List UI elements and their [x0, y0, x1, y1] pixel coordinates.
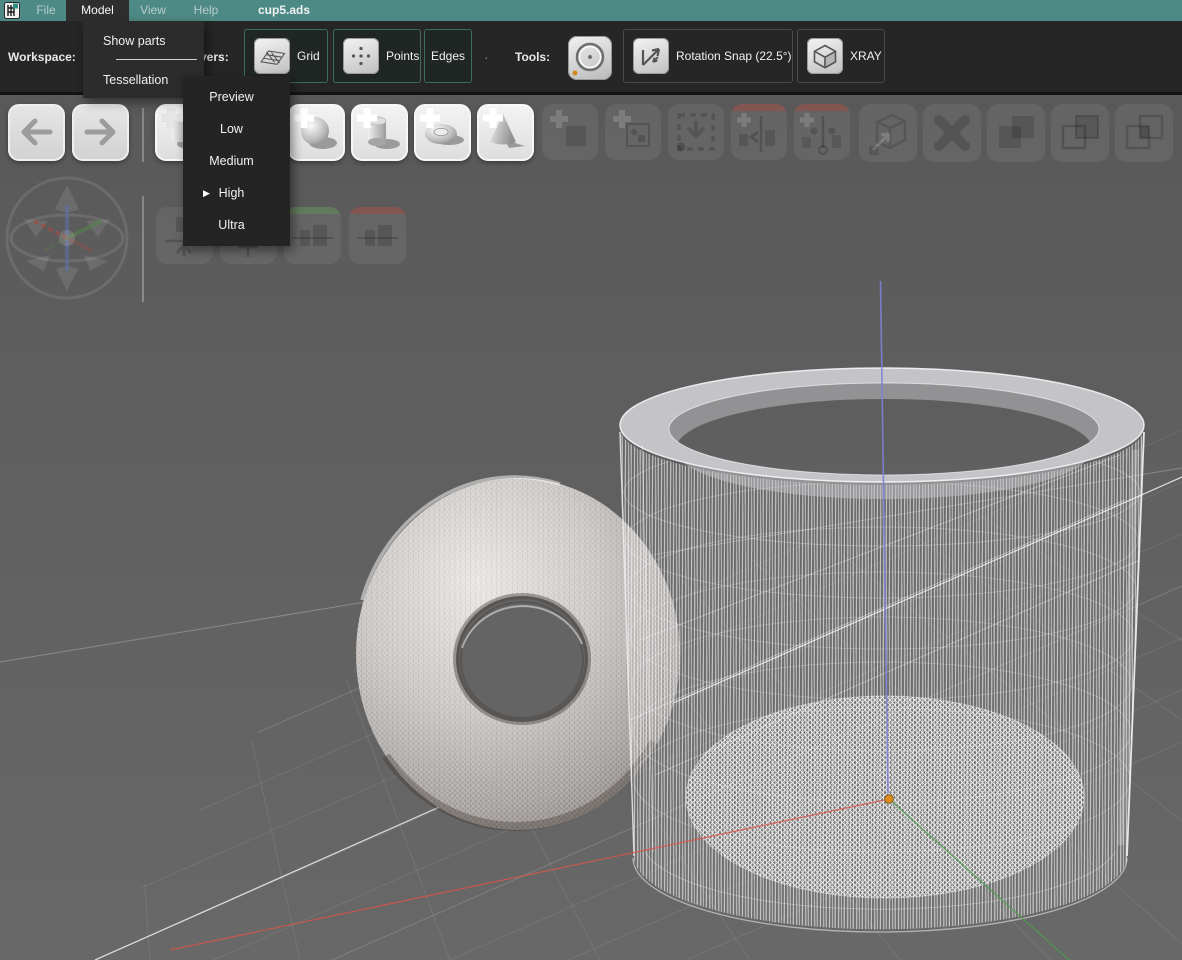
history-back-button[interactable] — [8, 104, 65, 161]
intersect-icon — [1115, 104, 1173, 162]
submenu-item-medium[interactable]: Medium — [183, 145, 290, 177]
arrow-left-icon — [10, 106, 63, 159]
view-navigation-orb[interactable] — [4, 175, 130, 301]
add-instance-icon — [605, 104, 661, 160]
xray-cube-icon — [807, 38, 843, 74]
selected-marker-icon: ▶ — [203, 177, 210, 209]
rotation-snap-icon — [633, 38, 669, 74]
menu-help[interactable]: Help — [184, 0, 228, 21]
history-forward-button[interactable] — [72, 104, 129, 161]
layer-toggle-grid[interactable]: Grid — [244, 29, 328, 83]
subtract-icon — [1051, 104, 1109, 162]
orange-indicator-dot — [573, 71, 578, 76]
torus-plus-icon — [416, 106, 469, 159]
menubar: File Model View Help cup5.ads — [0, 0, 1182, 21]
align-red-button-disabled[interactable] — [349, 207, 406, 264]
layer-toggle-points[interactable]: Points — [333, 29, 421, 83]
add-cylinder-button[interactable] — [351, 104, 408, 161]
rotation-snap-button[interactable]: Rotation Snap (22.5°) — [623, 29, 793, 83]
align-blocks-icon — [349, 207, 406, 264]
delete-button-disabled[interactable] — [923, 104, 981, 162]
workspace-label: Workspace: — [8, 50, 76, 64]
add-part-icon — [542, 104, 598, 160]
layer-toggle-edges[interactable]: Edges — [424, 29, 472, 83]
origin-point — [885, 795, 894, 804]
delete-x-icon — [923, 104, 981, 162]
union-icon — [987, 104, 1045, 162]
submenu-item-preview[interactable]: Preview — [183, 81, 290, 113]
tools-label: Tools: — [515, 50, 550, 64]
add-instance-button-disabled[interactable] — [605, 104, 661, 160]
menu-model[interactable]: Model — [66, 0, 129, 21]
points-toggle-label: Points — [386, 49, 419, 63]
toolbar-separator — [142, 108, 144, 162]
extract-button-disabled[interactable] — [859, 104, 917, 162]
align-green-button-disabled[interactable] — [284, 207, 341, 264]
add-torus-button[interactable] — [414, 104, 471, 161]
menu-view[interactable]: View — [130, 0, 176, 21]
submenu-item-ultra[interactable]: Ultra — [183, 209, 290, 241]
circle-dial-tool-button[interactable] — [568, 36, 612, 80]
sphere-plus-icon — [290, 106, 343, 159]
add-sphere-button[interactable] — [288, 104, 345, 161]
xray-label: XRAY — [850, 49, 882, 63]
add-cone-button[interactable] — [477, 104, 534, 161]
toolbar-separator-2 — [142, 196, 144, 302]
toolbar-dot-separator: · — [484, 49, 489, 65]
app-logo-icon — [4, 2, 20, 19]
align-blocks-icon — [284, 207, 341, 264]
menu-item-show-parts[interactable]: Show parts — [83, 21, 204, 59]
submenu-item-high[interactable]: ▶ High — [183, 177, 290, 209]
grid-toggle-label: Grid — [297, 49, 320, 63]
rotation-snap-label: Rotation Snap (22.5°) — [676, 49, 792, 63]
cone-plus-icon — [479, 106, 532, 159]
xray-toggle-button[interactable]: XRAY — [797, 29, 885, 83]
submenu-item-low[interactable]: Low — [183, 113, 290, 145]
menu-file[interactable]: File — [28, 0, 64, 21]
cylinder-plus-icon — [353, 106, 406, 159]
add-part-button-disabled[interactable] — [542, 104, 598, 160]
tessellation-submenu: Preview Low Medium ▶ High Ultra — [183, 76, 290, 246]
boolean-union-button-disabled[interactable] — [987, 104, 1045, 162]
arrow-right-icon — [74, 106, 127, 159]
points-icon — [343, 38, 379, 74]
boolean-intersect-button-disabled[interactable] — [1115, 104, 1173, 162]
mirror-axis-icon — [794, 104, 850, 160]
grid-icon — [254, 38, 290, 74]
mirror-left-button-disabled[interactable] — [731, 104, 787, 160]
mirror-axis-button-disabled[interactable] — [794, 104, 850, 160]
boolean-subtract-button-disabled[interactable] — [1051, 104, 1109, 162]
app-window: { "menubar": { "items": [ {"label": "Fil… — [0, 0, 1182, 960]
circle-dial-icon — [568, 36, 612, 80]
edges-toggle-label: Edges — [431, 49, 465, 63]
mirror-left-icon — [731, 104, 787, 160]
cube-arrow-icon — [859, 104, 917, 162]
import-icon — [668, 104, 724, 160]
window-filename: cup5.ads — [258, 0, 310, 21]
import-part-button-disabled[interactable] — [668, 104, 724, 160]
